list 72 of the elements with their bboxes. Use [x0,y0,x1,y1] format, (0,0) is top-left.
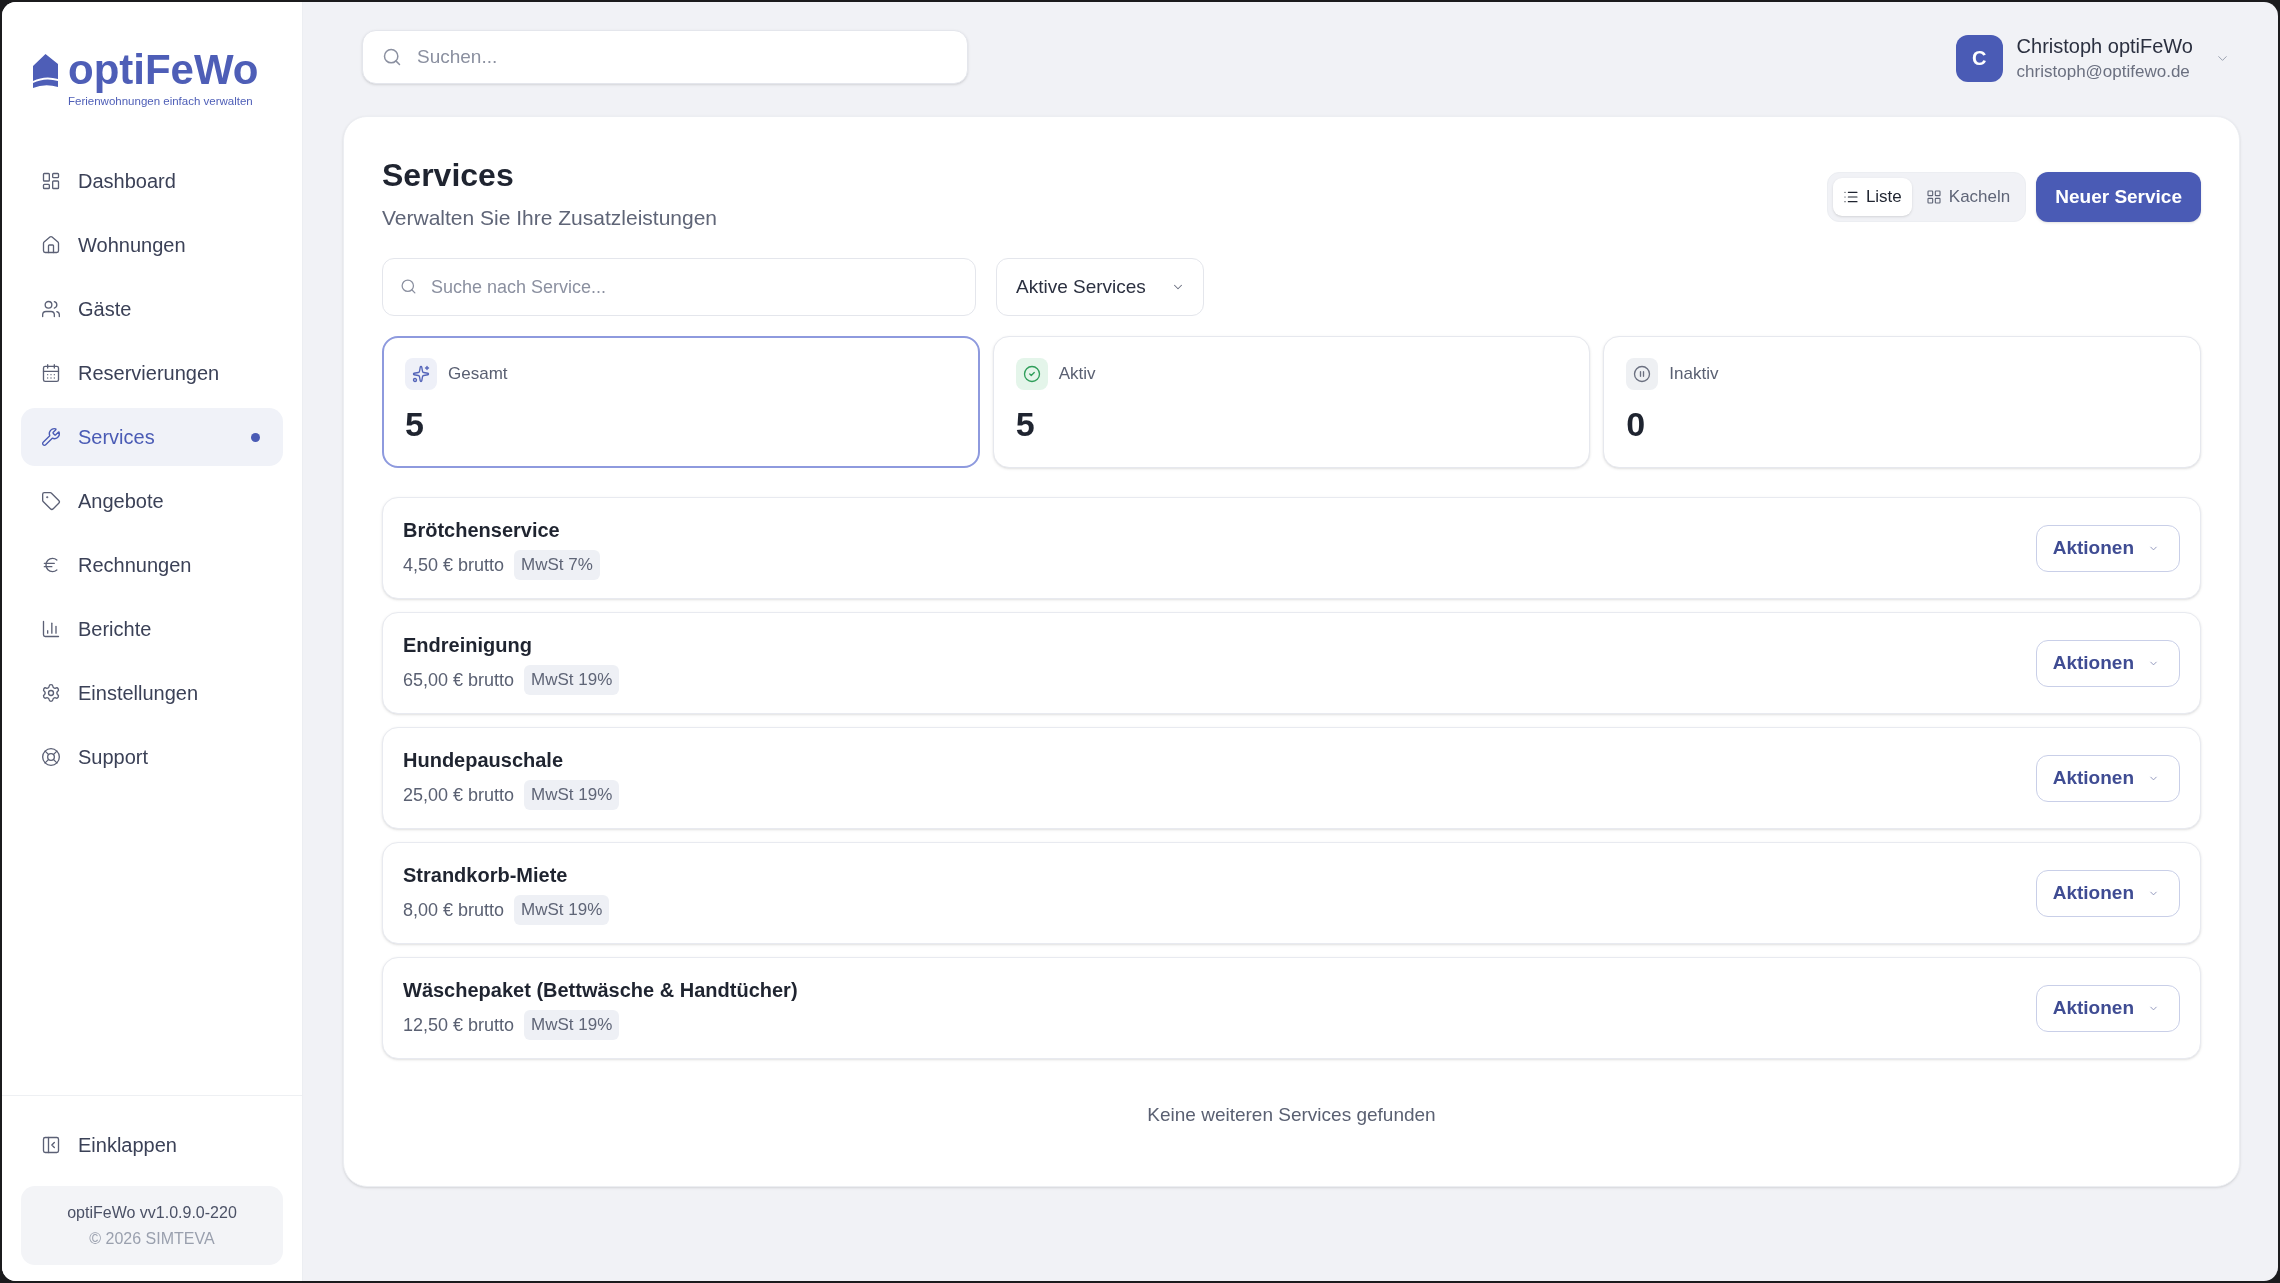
nav-item[interactable]: Services [21,408,283,466]
service-name: Endreinigung [403,633,532,658]
tag-icon [41,491,61,511]
service-name: Strandkorb-Miete [403,863,568,888]
page-subtitle: Verwalten Sie Ihre Zusatzleistungen [382,205,718,231]
panel-left-icon [41,1135,61,1155]
lifebuoy-icon [41,747,61,767]
collapse-button[interactable]: Einklappen [21,1116,283,1174]
actions-button[interactable]: Aktionen [2035,984,2180,1032]
search-field[interactable]: Suchen... [362,30,968,84]
search-icon [400,278,417,295]
tax-tag: MwSt 19% [524,665,620,695]
copyright-text: © 2026 SIMTEVA [89,1228,215,1249]
settings-icon [41,683,61,703]
actions-button[interactable]: Aktionen [2035,754,2180,802]
sparkle-icon [405,358,437,390]
tax-tag: MwSt 19% [514,895,610,925]
stat-value: 0 [1626,404,1646,444]
service-name: Wäschepaket (Bettwäsche & Handtücher) [403,978,798,1003]
nav-item[interactable]: Einstellungen [21,664,283,722]
nav-item[interactable]: Wohnungen [21,216,283,274]
actions-button[interactable]: Aktionen [2035,639,2180,687]
service-name: Brötchenservice [403,518,560,543]
house-icon [41,235,61,255]
nav-item[interactable]: Angebote [21,472,283,530]
stat-card[interactable]: Gesamt 5 [382,336,980,468]
tax-tag: MwSt 19% [524,1010,620,1040]
service-price: 12,50 € brutto [403,1013,515,1037]
stat-label: Aktiv [1058,363,1096,386]
actions-button[interactable]: Aktionen [2035,524,2180,572]
logo-wordmark: optiFeWo [68,46,259,94]
empty-note: Keine weiteren Services gefunden [1147,1103,1436,1127]
user-name: Christoph optiFeWo [2016,34,2193,59]
stat-value: 5 [405,404,424,444]
service-search-field[interactable]: Suche nach Service... [382,258,976,316]
calendar-icon [41,363,61,383]
stat-value: 5 [1015,404,1035,444]
nav-item[interactable]: Rechnungen [21,536,283,594]
logo-tagline: Ferienwohnungen einfach verwalten [68,94,254,108]
people-icon [41,299,61,319]
stat-card[interactable]: Inaktiv 0 [1603,336,2201,468]
nav-item[interactable]: Gäste [21,280,283,338]
service-name: Hundepauschale [403,748,564,773]
user-email: christoph@optifewo.de [2016,61,2191,83]
grid-icon [1925,189,1942,205]
list-icon [1842,189,1859,205]
service-price: 25,00 € brutto [403,783,515,807]
wrench-icon [41,427,61,447]
nav-item[interactable]: Dashboard [21,152,283,210]
stat-card[interactable]: Aktiv 5 [992,336,1591,468]
service-price: 4,50 € brutto [403,553,505,577]
tax-tag: MwSt 7% [514,550,600,580]
version-text: optiFeWo vv1.0.9.0-220 [67,1202,237,1223]
service-price: 65,00 € brutto [403,668,515,692]
tax-tag: MwSt 19% [524,780,620,810]
house-logo-icon [32,52,59,89]
view-toggle-tab[interactable]: Kacheln [1915,178,2021,216]
status-select[interactable]: Aktive Services [996,258,1204,316]
stat-label: Gesamt [448,363,508,386]
bar-chart-icon [41,619,61,639]
new-service-button[interactable]: Neuer Service [2036,172,2201,222]
view-toggle-tab[interactable]: Liste [1832,178,1912,216]
nav-item[interactable]: Berichte [21,600,283,658]
actions-button[interactable]: Aktionen [2035,869,2180,917]
nav-item[interactable]: Reservierungen [21,344,283,402]
grid-icon [41,171,61,191]
page-title: Services [382,156,514,195]
avatar[interactable]: C [1955,34,2003,82]
nav-item[interactable]: Support [21,728,283,786]
search-icon [382,47,402,67]
stat-label: Inaktiv [1669,363,1719,386]
service-price: 8,00 € brutto [403,898,505,922]
